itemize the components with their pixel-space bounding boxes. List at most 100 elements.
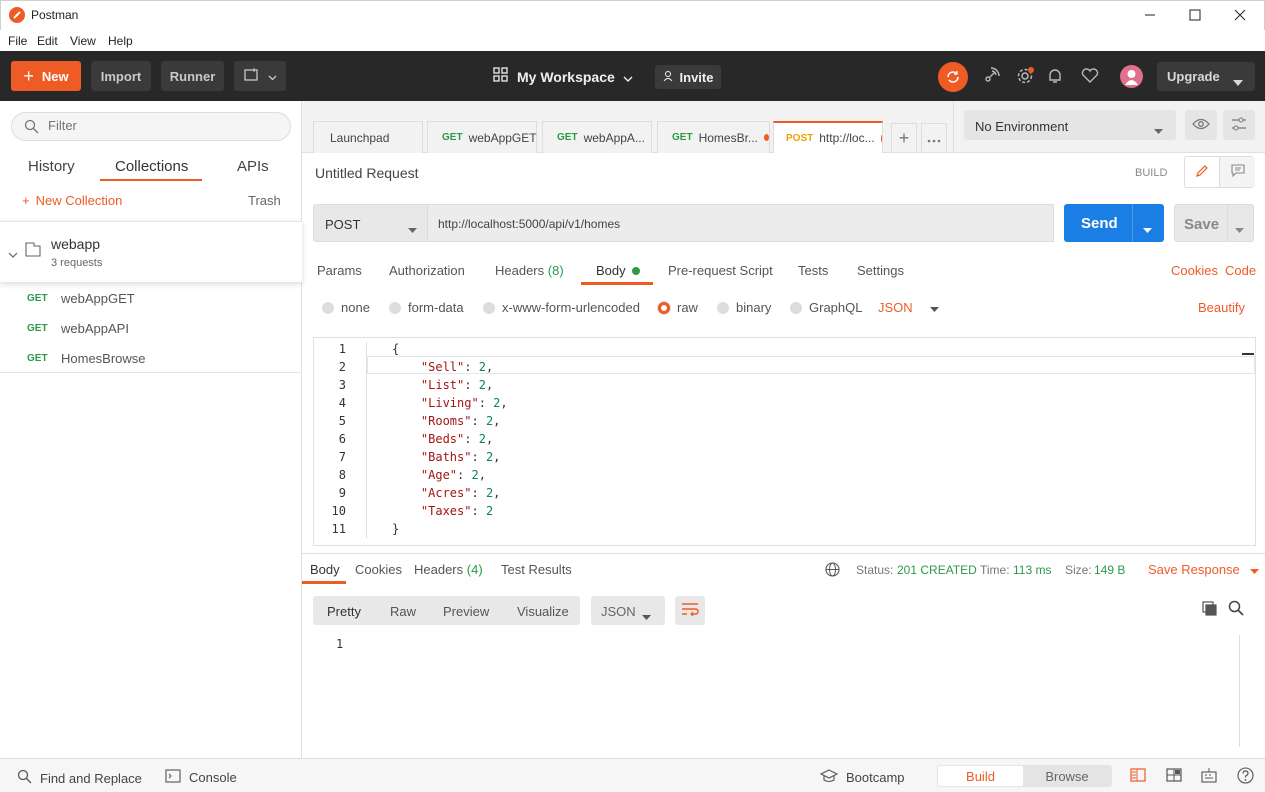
body-editor[interactable]: 1 2 3 4 5 6 7 8 9 10 11 { "Sell": 2, "List": 2, "L… bbox=[313, 337, 1256, 546]
manage-environments-button[interactable] bbox=[1223, 110, 1255, 140]
response-tab-body[interactable]: Body bbox=[310, 562, 340, 577]
body-format-select[interactable]: JSON bbox=[878, 300, 939, 315]
build-toggle-button[interactable]: Build bbox=[938, 766, 1023, 786]
copy-icon[interactable] bbox=[1202, 601, 1217, 619]
title-bar bbox=[0, 0, 1265, 30]
upgrade-button[interactable]: Upgrade bbox=[1157, 62, 1255, 91]
caret-down-icon[interactable] bbox=[1235, 220, 1244, 237]
list-item[interactable]: GET HomesBrowse bbox=[0, 343, 302, 373]
send-button[interactable]: Send bbox=[1064, 204, 1164, 242]
response-tab-test-results[interactable]: Test Results bbox=[501, 562, 572, 577]
view-raw[interactable]: Raw bbox=[390, 604, 416, 619]
new-button[interactable]: + New bbox=[11, 61, 81, 91]
menu-edit[interactable]: Edit bbox=[37, 34, 58, 48]
view-visualize[interactable]: Visualize bbox=[517, 604, 569, 619]
save-response-button[interactable]: Save Response bbox=[1148, 562, 1259, 577]
two-pane-view-icon[interactable] bbox=[1130, 768, 1146, 785]
keyboard-shortcuts-icon[interactable] bbox=[1201, 767, 1217, 786]
layout-grid-icon[interactable] bbox=[1166, 768, 1182, 785]
help-icon[interactable] bbox=[1237, 767, 1254, 787]
workspace-selector[interactable]: My Workspace bbox=[493, 67, 633, 86]
tab-launchpad[interactable]: Launchpad bbox=[313, 121, 423, 153]
edit-mode-button[interactable] bbox=[1185, 157, 1220, 187]
chevron-down-icon[interactable] bbox=[8, 246, 18, 261]
radio-graphql[interactable]: GraphQL bbox=[790, 300, 862, 315]
invite-button[interactable]: Invite bbox=[655, 65, 721, 89]
tab-authorization[interactable]: Authorization bbox=[389, 263, 465, 278]
tab-body[interactable]: Body bbox=[596, 263, 640, 278]
caret-down-icon[interactable] bbox=[1143, 220, 1152, 237]
menu-help[interactable]: Help bbox=[108, 34, 133, 48]
wrap-lines-button[interactable] bbox=[675, 596, 705, 625]
cookies-link[interactable]: Cookies bbox=[1171, 263, 1218, 278]
tab-history[interactable]: History bbox=[28, 158, 75, 175]
build-browse-toggle: Build Browse bbox=[937, 765, 1112, 787]
view-pretty[interactable]: Pretty bbox=[327, 604, 361, 619]
method-select[interactable]: POST bbox=[313, 204, 428, 242]
radio-raw[interactable]: raw bbox=[658, 300, 698, 315]
minimize-button[interactable] bbox=[1127, 0, 1173, 30]
tab-prerequest-script[interactable]: Pre-request Script bbox=[668, 263, 773, 278]
list-item[interactable]: GET webAppAPI bbox=[0, 313, 302, 343]
comments-button[interactable] bbox=[1220, 157, 1255, 187]
tab-request-active[interactable]: POST http://loc... bbox=[773, 121, 883, 153]
url-input[interactable]: http://localhost:5000/api/v1/homes bbox=[428, 204, 1054, 242]
tab-request[interactable]: GET webAppGET bbox=[427, 121, 537, 153]
view-preview[interactable]: Preview bbox=[443, 604, 489, 619]
more-tabs-button[interactable] bbox=[921, 123, 947, 153]
menu-view[interactable]: View bbox=[70, 34, 96, 48]
json-value: 2 bbox=[471, 468, 479, 482]
console-button[interactable]: Console bbox=[165, 769, 237, 786]
list-item[interactable]: GET webAppGET bbox=[0, 283, 302, 313]
tab-params[interactable]: Params bbox=[317, 263, 362, 278]
new-window-button[interactable] bbox=[234, 61, 286, 91]
sync-icon[interactable] bbox=[938, 62, 968, 92]
tab-apis[interactable]: APIs bbox=[237, 158, 269, 175]
scrollbar-track[interactable] bbox=[1239, 635, 1240, 747]
close-window-button[interactable] bbox=[1217, 0, 1263, 30]
globe-icon[interactable] bbox=[825, 562, 840, 580]
response-tab-headers[interactable]: Headers (4) bbox=[414, 562, 483, 577]
maximize-button[interactable] bbox=[1172, 0, 1218, 30]
tab-request[interactable]: GET HomesBr... bbox=[657, 121, 770, 153]
bootcamp-button[interactable]: Bootcamp bbox=[819, 769, 905, 786]
response-tab-cookies[interactable]: Cookies bbox=[355, 562, 402, 577]
collection-item[interactable]: webapp 3 requests bbox=[0, 221, 302, 282]
new-collection-button[interactable]: + New Collection bbox=[22, 193, 122, 208]
code-line: { bbox=[392, 342, 400, 356]
find-and-replace-button[interactable]: Find and Replace bbox=[17, 769, 142, 787]
radio-none[interactable]: none bbox=[322, 300, 370, 315]
request-title[interactable]: Untitled Request bbox=[315, 165, 419, 181]
filter-input[interactable] bbox=[48, 118, 278, 133]
tab-settings[interactable]: Settings bbox=[857, 263, 904, 278]
response-format-select[interactable]: JSON bbox=[591, 596, 665, 625]
import-button[interactable]: Import bbox=[91, 61, 151, 91]
trash-button[interactable]: Trash bbox=[248, 193, 281, 208]
environment-quick-look-button[interactable] bbox=[1185, 110, 1217, 140]
avatar[interactable] bbox=[1120, 65, 1143, 88]
filter-input-box[interactable] bbox=[11, 112, 291, 141]
tab-headers[interactable]: Headers (8) bbox=[495, 263, 564, 278]
json-value: 2 bbox=[478, 378, 486, 392]
beautify-link[interactable]: Beautify bbox=[1198, 300, 1245, 315]
tab-request[interactable]: GET webAppA... bbox=[542, 121, 652, 153]
search-icon[interactable] bbox=[1228, 600, 1244, 619]
settings-gear-icon[interactable] bbox=[1015, 66, 1035, 86]
environment-select[interactable]: No Environment bbox=[964, 110, 1176, 140]
caret-down-icon bbox=[1233, 74, 1243, 89]
heart-icon[interactable] bbox=[1080, 66, 1100, 86]
tab-collections[interactable]: Collections bbox=[115, 158, 188, 175]
method-label: POST bbox=[325, 217, 361, 232]
runner-button[interactable]: Runner bbox=[161, 61, 224, 91]
satellite-icon[interactable] bbox=[981, 66, 1001, 86]
tab-tests[interactable]: Tests bbox=[798, 263, 828, 278]
save-button[interactable]: Save bbox=[1174, 204, 1254, 242]
radio-binary[interactable]: binary bbox=[717, 300, 771, 315]
add-tab-button[interactable]: + bbox=[891, 123, 917, 153]
browse-toggle-button[interactable]: Browse bbox=[1024, 766, 1110, 786]
notification-bell-icon[interactable] bbox=[1045, 66, 1065, 86]
radio-form-data[interactable]: form-data bbox=[389, 300, 464, 315]
menu-file[interactable]: File bbox=[8, 34, 27, 48]
code-link[interactable]: Code bbox=[1225, 263, 1256, 278]
radio-urlencoded[interactable]: x-www-form-urlencoded bbox=[483, 300, 640, 315]
